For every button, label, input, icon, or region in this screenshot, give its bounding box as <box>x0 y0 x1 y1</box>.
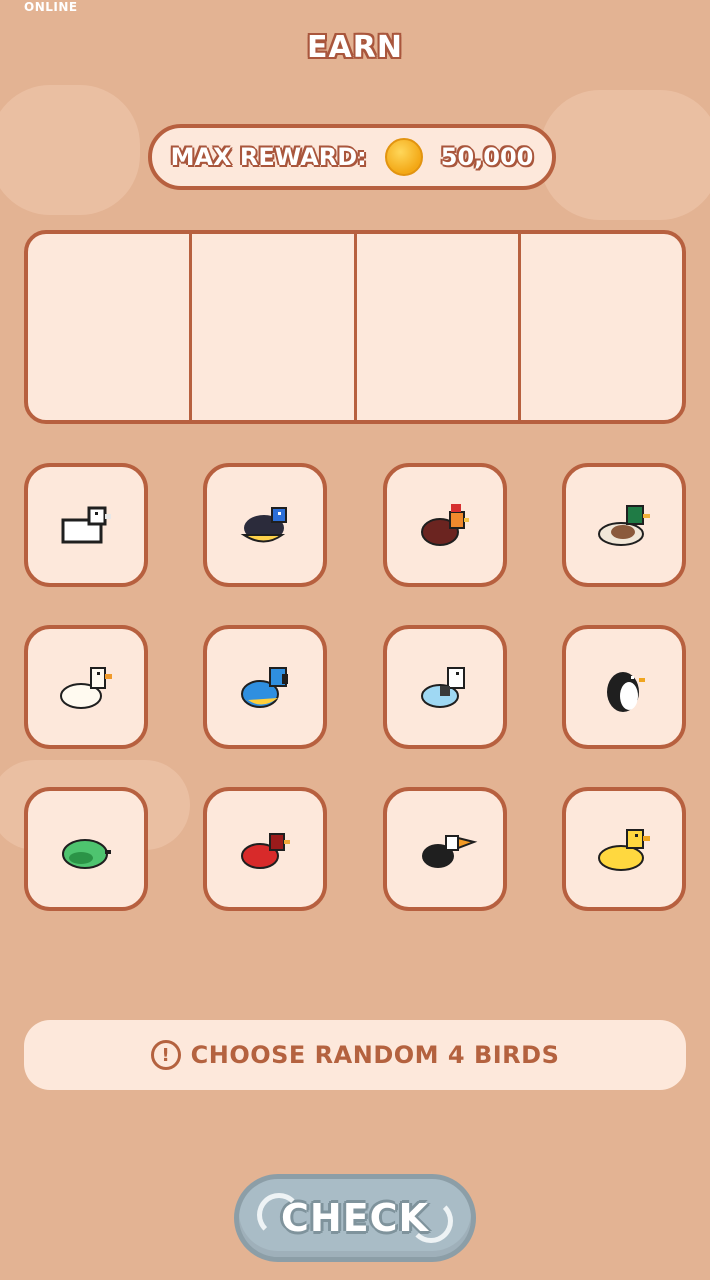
bird-tile[interactable] <box>24 625 148 749</box>
bird-tile[interactable] <box>203 787 328 911</box>
page-title: EARN <box>307 30 403 65</box>
bird-tile[interactable] <box>203 463 328 587</box>
bird-tile[interactable] <box>24 787 148 911</box>
instruction-text: CHOOSE RANDOM 4 BIRDS <box>190 1041 560 1069</box>
highlight-icon <box>257 1193 301 1237</box>
bird-tile[interactable] <box>561 625 686 749</box>
goose-icon <box>60 667 112 709</box>
bird-tile[interactable] <box>203 625 328 749</box>
bird-tile[interactable] <box>561 463 686 587</box>
mallard-duck-icon <box>597 505 650 546</box>
bird-tile[interactable] <box>382 787 507 911</box>
max-reward-value: 50,000 <box>440 143 534 171</box>
highlight-icon <box>409 1199 453 1243</box>
cloud-decoration <box>0 85 140 215</box>
green-bird-icon <box>62 839 111 869</box>
rooster-icon <box>420 504 469 546</box>
instruction-banner: ! CHOOSE RANDOM 4 BIRDS <box>24 1020 686 1090</box>
check-button[interactable]: CHECK <box>234 1174 476 1262</box>
selection-slot[interactable] <box>28 234 193 420</box>
selection-slot[interactable] <box>192 234 357 420</box>
selection-slot[interactable] <box>521 234 682 420</box>
exclamation-icon: ! <box>150 1040 181 1070</box>
bird-tile[interactable] <box>382 463 507 587</box>
bird-tile[interactable] <box>24 463 148 587</box>
cloud-decoration <box>540 90 710 220</box>
bird-tile[interactable] <box>561 787 686 911</box>
yellow-duck-icon <box>597 829 650 871</box>
budgie-icon <box>420 667 465 708</box>
white-duck-icon <box>61 506 111 544</box>
macaw-icon <box>241 667 289 708</box>
coin-icon <box>384 138 423 176</box>
toucan-icon <box>421 835 477 868</box>
selected-birds-slots <box>24 230 686 424</box>
selection-slot[interactable] <box>357 234 521 420</box>
max-reward-banner: MAX REWARD: 50,000 <box>148 124 556 190</box>
bird-tile[interactable] <box>382 625 507 749</box>
bird-grid <box>24 463 686 911</box>
bluebird-icon <box>240 507 288 543</box>
connection-status: ONLINE <box>24 0 78 14</box>
max-reward-label: MAX REWARD: <box>170 143 367 171</box>
cardinal-icon <box>241 833 291 869</box>
check-button-label: CHECK <box>281 1196 429 1240</box>
penguin-icon <box>606 672 645 712</box>
